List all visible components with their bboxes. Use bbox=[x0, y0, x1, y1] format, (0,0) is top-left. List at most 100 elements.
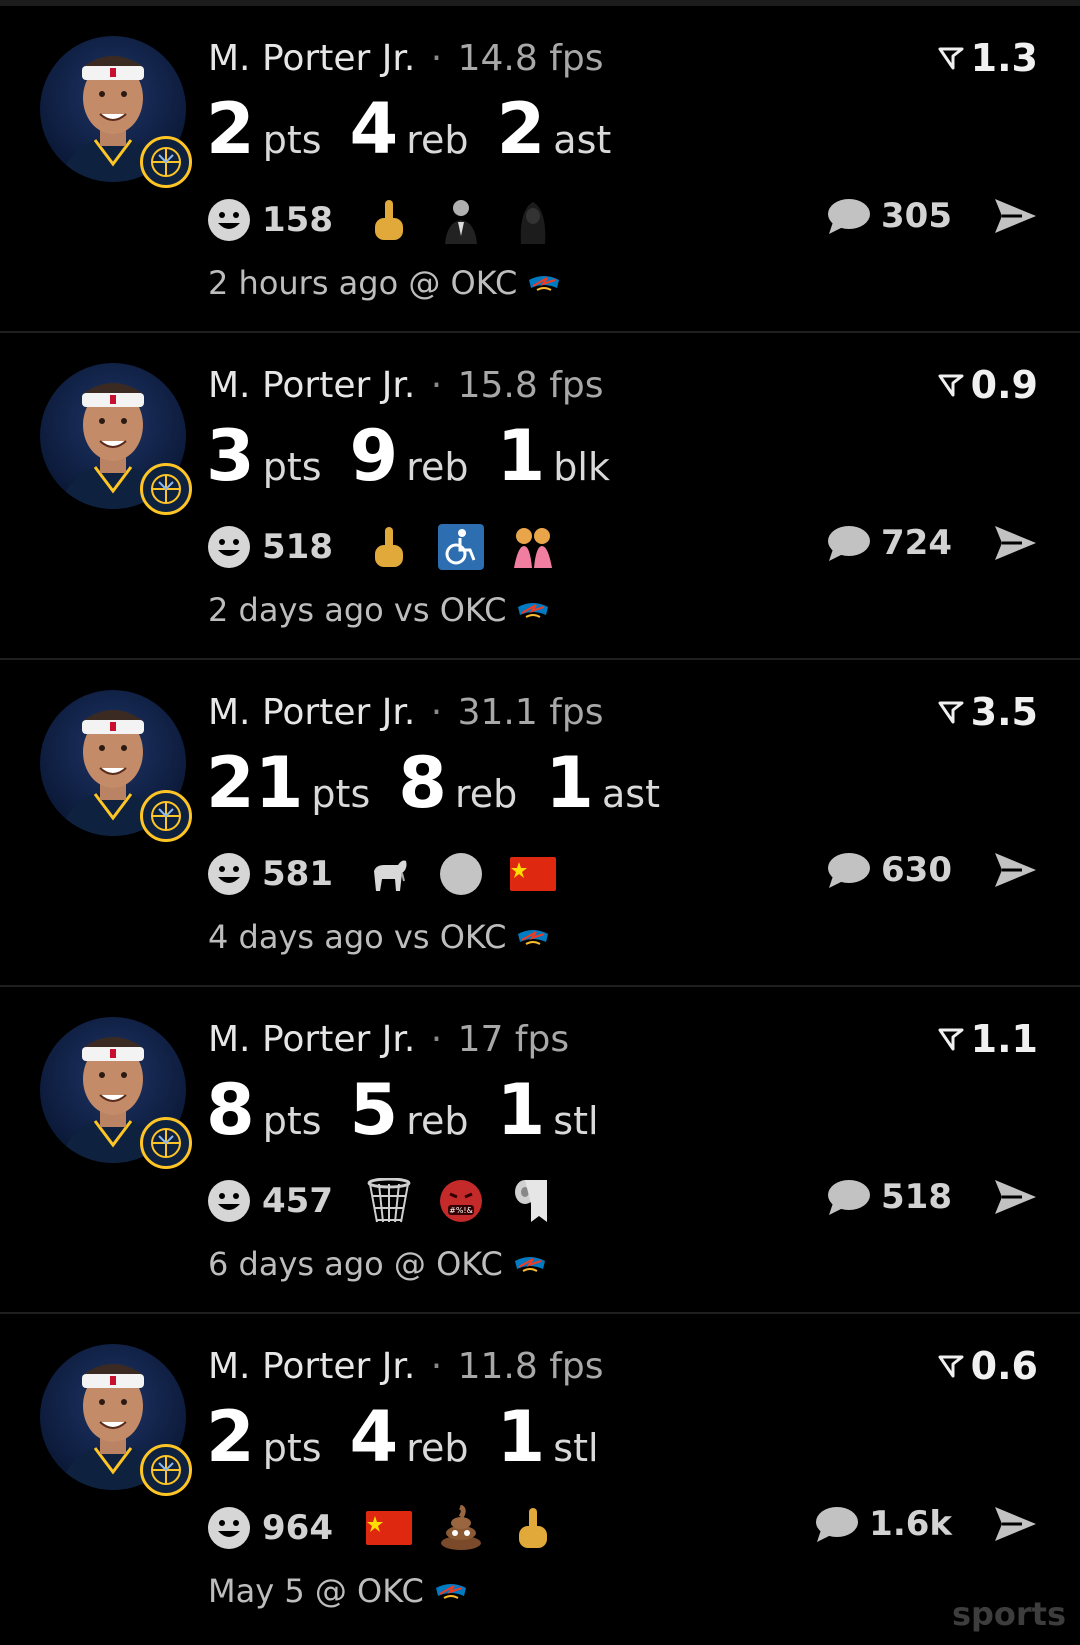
stat-item: 2 pts bbox=[206, 1402, 322, 1472]
wheelchair-emoji[interactable] bbox=[435, 523, 487, 571]
comment-count[interactable]: 1.6k bbox=[869, 1504, 952, 1544]
stat-item: 2 ast bbox=[497, 94, 612, 164]
feed-card[interactable]: M. Porter Jr. · 11.8 fps 0.6 2 pts 4 reb 1st… bbox=[0, 1314, 1080, 1641]
stat-value: 2 bbox=[496, 88, 546, 170]
card-title: M. Porter Jr. · 15.8 fps bbox=[208, 365, 604, 406]
middle-finger-emoji[interactable] bbox=[507, 1504, 559, 1552]
player-avatar[interactable] bbox=[40, 690, 192, 842]
stat-value: 5 bbox=[349, 1069, 399, 1151]
player-name[interactable]: M. Porter Jr. bbox=[208, 1019, 415, 1060]
player-name[interactable]: M. Porter Jr. bbox=[208, 365, 415, 406]
share-send-icon[interactable] bbox=[992, 523, 1038, 563]
feed-card[interactable]: M. Porter Jr. · 14.8 fps 1.3 2 pts 4 reb 2 as… bbox=[0, 6, 1080, 333]
rank-score[interactable]: 1.3 bbox=[937, 36, 1038, 80]
player-avatar[interactable] bbox=[40, 1344, 192, 1496]
smiley-reaction-icon[interactable] bbox=[206, 524, 252, 570]
nuggets-logo-icon bbox=[140, 1117, 192, 1169]
stat-unit: pts bbox=[262, 118, 322, 162]
comment-count[interactable]: 305 bbox=[881, 196, 952, 236]
smiley-reaction-icon[interactable] bbox=[206, 1505, 252, 1551]
stat-item: 21 pts bbox=[206, 748, 370, 818]
rank-score[interactable]: 1.1 bbox=[937, 1017, 1038, 1061]
basketball-net-emoji[interactable] bbox=[363, 1177, 415, 1225]
china-flag-emoji[interactable] bbox=[363, 1504, 415, 1552]
nuggets-logo-icon bbox=[140, 790, 192, 842]
feed-card[interactable]: M. Porter Jr. · 17 fps 1.1 8 pts 5 reb 1 stl … bbox=[0, 987, 1080, 1314]
rank-score[interactable]: 3.5 bbox=[937, 690, 1038, 734]
grey-circle-emoji[interactable] bbox=[435, 850, 487, 898]
poop-emoji[interactable] bbox=[435, 1504, 487, 1552]
game-time-opponent[interactable]: 4 days ago vs OKC bbox=[208, 918, 506, 956]
stat-item: 1 blk bbox=[497, 421, 610, 491]
stat-value: 8 bbox=[206, 1069, 255, 1151]
reaction-count[interactable]: 964 bbox=[262, 1508, 333, 1548]
toilet-paper-emoji[interactable] bbox=[507, 1177, 559, 1225]
suited-man-emoji[interactable] bbox=[435, 196, 487, 244]
reaction-count[interactable]: 581 bbox=[262, 854, 333, 894]
comment-bubble-icon[interactable] bbox=[825, 1177, 871, 1217]
comment-bubble-icon[interactable] bbox=[825, 523, 871, 563]
player-name[interactable]: M. Porter Jr. bbox=[208, 38, 415, 79]
stat-item: 4 reb bbox=[350, 1402, 469, 1472]
player-avatar[interactable] bbox=[40, 1017, 192, 1169]
share-send-icon[interactable] bbox=[992, 850, 1038, 890]
game-info: 6 days ago @ OKC bbox=[208, 1245, 547, 1283]
comment-bubble-icon[interactable] bbox=[813, 1504, 859, 1544]
stat-line: 3 pts 9 reb 1 blk bbox=[206, 421, 638, 491]
share-send-icon[interactable] bbox=[992, 1177, 1038, 1217]
stat-unit: blk bbox=[553, 445, 610, 489]
stat-value: 3 bbox=[206, 415, 255, 497]
hooded-figure-emoji[interactable] bbox=[507, 196, 559, 244]
stat-value: 8 bbox=[398, 742, 447, 824]
stat-value: 1 bbox=[496, 415, 546, 497]
reaction-count[interactable]: 457 bbox=[262, 1181, 333, 1221]
comment-count[interactable]: 630 bbox=[881, 850, 952, 890]
game-time-opponent[interactable]: May 5 @ OKC bbox=[208, 1572, 424, 1610]
share-send-icon[interactable] bbox=[992, 196, 1038, 236]
stat-value: 2 bbox=[206, 88, 255, 170]
goat-emoji[interactable] bbox=[363, 850, 415, 898]
middle-finger-emoji[interactable] bbox=[363, 523, 415, 571]
middle-finger-emoji[interactable] bbox=[363, 196, 415, 244]
game-time-opponent[interactable]: 2 hours ago @ OKC bbox=[208, 264, 517, 302]
rank-score[interactable]: 0.6 bbox=[937, 1344, 1038, 1388]
share-send-icon[interactable] bbox=[992, 1504, 1038, 1544]
two-women-emoji[interactable] bbox=[507, 523, 559, 571]
stat-value: 4 bbox=[349, 88, 399, 170]
stat-item: 8 pts bbox=[206, 1075, 322, 1145]
comment-bubble-icon[interactable] bbox=[825, 196, 871, 236]
fantasy-points: 15.8 fps bbox=[457, 365, 604, 406]
smiley-reaction-icon[interactable] bbox=[206, 851, 252, 897]
player-avatar[interactable] bbox=[40, 363, 192, 515]
rank-value: 0.6 bbox=[970, 1344, 1038, 1388]
comment-bubble-icon[interactable] bbox=[825, 850, 871, 890]
stat-line: 8 pts 5 reb 1 stl bbox=[206, 1075, 627, 1145]
feed-card[interactable]: M. Porter Jr. · 31.1 fps 3.5 21 pts 8 reb 1 a… bbox=[0, 660, 1080, 987]
thunder-logo-icon bbox=[435, 1584, 466, 1599]
stat-item: 3 pts bbox=[206, 421, 322, 491]
reaction-count[interactable]: 158 bbox=[262, 200, 333, 240]
stat-unit: reb bbox=[406, 445, 469, 489]
player-avatar[interactable] bbox=[40, 36, 192, 188]
china-flag-emoji[interactable] bbox=[507, 850, 559, 898]
funnel-icon bbox=[938, 701, 964, 724]
comment-count[interactable]: 518 bbox=[881, 1177, 952, 1217]
player-name[interactable]: M. Porter Jr. bbox=[208, 692, 415, 733]
funnel-icon bbox=[938, 47, 964, 70]
smiley-reaction-icon[interactable] bbox=[206, 1178, 252, 1224]
comment-count[interactable]: 724 bbox=[881, 523, 952, 563]
rank-score[interactable]: 0.9 bbox=[937, 363, 1038, 407]
reaction-count[interactable]: 518 bbox=[262, 527, 333, 567]
comment-area: 724 bbox=[825, 523, 1038, 563]
feed-card[interactable]: M. Porter Jr. · 15.8 fps 0.9 3 pts 9 reb 1 bl… bbox=[0, 333, 1080, 660]
stat-unit: reb bbox=[454, 772, 518, 816]
game-time-opponent[interactable]: 2 days ago vs OKC bbox=[208, 591, 506, 629]
player-name[interactable]: M. Porter Jr. bbox=[208, 1346, 415, 1387]
stat-unit: pts bbox=[262, 1426, 322, 1470]
game-time-opponent[interactable]: 6 days ago @ OKC bbox=[208, 1245, 503, 1283]
smiley-reaction-icon[interactable] bbox=[206, 197, 252, 243]
thunder-logo-icon bbox=[514, 1257, 545, 1272]
thunder-logo-icon bbox=[529, 276, 560, 291]
stat-value: 1 bbox=[545, 742, 594, 824]
cursing-face-emoji[interactable]: #%!& bbox=[435, 1177, 487, 1225]
